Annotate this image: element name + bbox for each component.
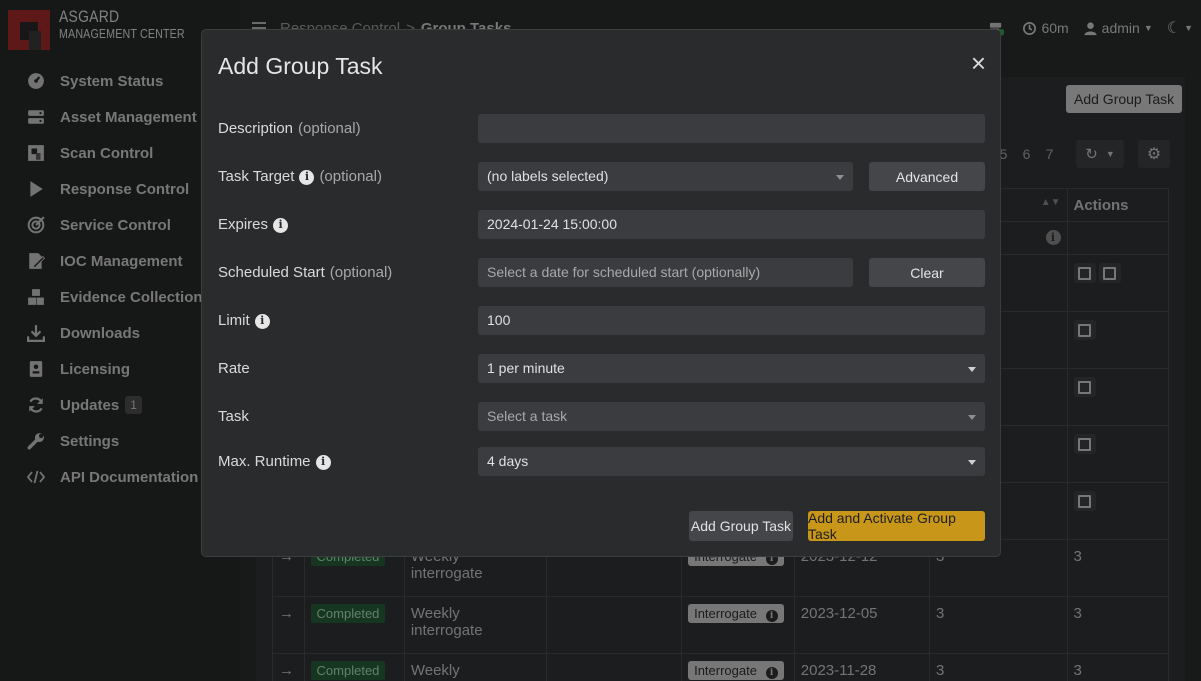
rate-select[interactable]: 1 per minute xyxy=(478,354,985,383)
scheduled-start-input[interactable]: Select a date for scheduled start (optio… xyxy=(478,258,853,287)
clear-button[interactable]: Clear xyxy=(869,258,985,287)
add-group-task-modal: Add Group Task × Description (optional) T… xyxy=(201,29,1001,557)
task-select[interactable]: Select a task xyxy=(478,402,985,431)
scheduled-start-row: Scheduled Start (optional) Select a date … xyxy=(218,258,986,288)
task-target-label: Task Target xyxy=(218,168,295,185)
rate-row: Rate 1 per minute xyxy=(218,354,986,384)
description-label: Description xyxy=(218,120,294,137)
expires-label: Expires xyxy=(218,216,269,233)
info-icon[interactable]: i xyxy=(254,313,270,329)
limit-label: Limit xyxy=(218,312,250,329)
info-icon[interactable]: i xyxy=(273,217,289,233)
info-icon[interactable]: i xyxy=(315,454,331,470)
task-target-row: Task Target i (optional) (no labels select… xyxy=(218,162,986,192)
info-icon[interactable]: i xyxy=(299,169,315,185)
max-runtime-select[interactable]: 4 days xyxy=(478,447,985,476)
task-placeholder: Select a task xyxy=(487,408,568,424)
max-runtime-row: Max. Runtime i 4 days xyxy=(218,447,986,477)
chevron-down-icon xyxy=(836,175,844,180)
add-and-activate-button[interactable]: Add and Activate Group Task xyxy=(808,510,985,542)
max-runtime-value: 4 days xyxy=(487,453,529,469)
modal-title: Add Group Task xyxy=(218,53,383,79)
description-input[interactable] xyxy=(478,114,985,143)
expires-input[interactable]: 2024-01-24 15:00:00 xyxy=(478,210,985,239)
max-runtime-label: Max. Runtime xyxy=(218,453,311,470)
task-row: Task Select a task xyxy=(218,402,986,432)
add-group-task-submit-button[interactable]: Add Group Task xyxy=(689,511,793,541)
description-row: Description (optional) xyxy=(218,114,986,144)
chevron-down-icon xyxy=(968,367,976,372)
optional-hint: (optional) xyxy=(319,168,382,185)
rate-label: Rate xyxy=(218,360,250,377)
optional-hint: (optional) xyxy=(298,120,361,137)
optional-hint: (optional) xyxy=(329,264,393,281)
task-target-select[interactable]: (no labels selected) xyxy=(478,162,853,191)
close-icon[interactable]: × xyxy=(971,50,986,76)
scheduled-start-label: Scheduled Start xyxy=(218,264,325,281)
task-target-value: (no labels selected) xyxy=(487,168,609,184)
limit-row: Limit i 100 xyxy=(218,306,986,336)
chevron-down-icon xyxy=(968,415,976,420)
chevron-down-icon xyxy=(968,460,976,465)
limit-input[interactable]: 100 xyxy=(478,306,985,335)
expires-row: Expires i 2024-01-24 15:00:00 xyxy=(218,210,986,240)
rate-value: 1 per minute xyxy=(487,360,565,376)
advanced-button[interactable]: Advanced xyxy=(869,162,985,191)
task-label: Task xyxy=(218,408,249,425)
